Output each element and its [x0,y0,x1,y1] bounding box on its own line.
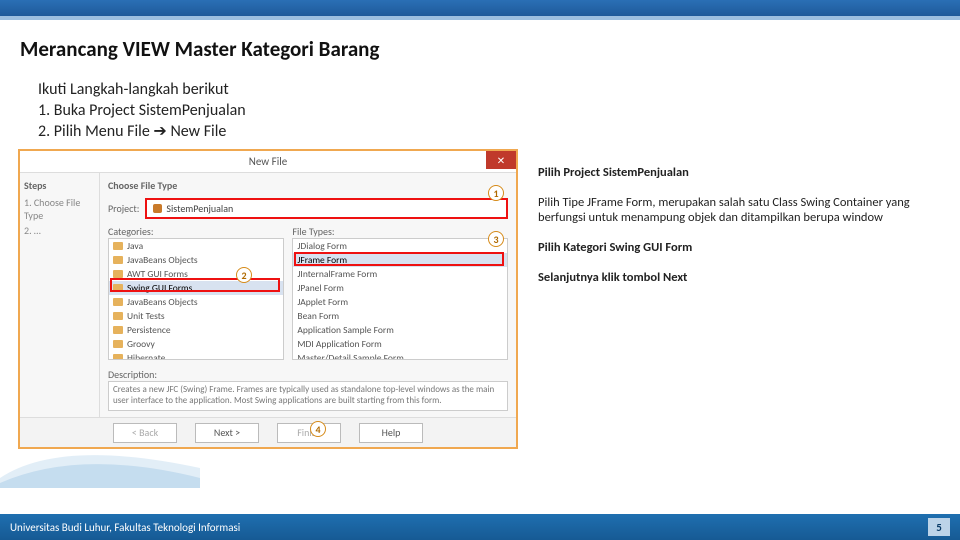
category-item[interactable]: Groovy [109,337,283,351]
note-2: Pilih Tipe JFrame Form, merupakan salah … [538,195,936,226]
slide-body: Merancang VIEW Master Kategori Barang Ik… [0,20,960,514]
filetypes-label: File Types: [292,225,508,238]
folder-icon [113,242,123,250]
folder-icon [113,298,123,306]
intro-item: 2. Pilih Menu File ➔ New File [38,121,942,141]
category-label: Swing GUI Forms [127,282,192,294]
help-button[interactable]: Help [359,423,423,443]
project-icon [153,204,162,213]
note-3: Pilih Kategori Swing GUI Form [538,240,936,256]
categories-list[interactable]: Java JavaBeans Objects AWT GUI Forms Swing … [108,238,284,360]
slide-footer: Universitas Budi Luhur, Fakultas Teknolo… [0,514,960,540]
callout-3: 3 [488,231,504,247]
filetype-item[interactable]: JDialog Form [293,239,507,253]
description-text: Creates a new JFC (Swing) Frame. Frames … [108,381,508,411]
category-item[interactable]: Swing GUI Forms [109,281,283,295]
new-file-dialog: New File ✕ Steps 1. Choose File Type 2. … [18,149,518,449]
category-label: AWT GUI Forms [127,268,188,280]
page-number: 5 [928,518,950,536]
next-button-label: Next > [214,426,240,439]
category-item[interactable]: Java [109,239,283,253]
category-item[interactable]: Unit Tests [109,309,283,323]
category-label: Hibernate [127,352,165,360]
category-item[interactable]: JavaBeans Objects [109,253,283,267]
finish-button[interactable]: Finish [277,423,341,443]
filetype-item[interactable]: MDI Application Form [293,337,507,351]
close-icon[interactable]: ✕ [486,151,516,169]
category-label: JavaBeans Objects [127,254,198,266]
note-4: Selanjutnya klik tombol Next [538,270,936,286]
categories-label: Categories: [108,225,284,238]
choose-file-type-label: Choose File Type [108,179,508,192]
category-item[interactable]: AWT GUI Forms [109,267,283,281]
project-value: SistemPenjualan [166,202,233,215]
project-combo[interactable]: SistemPenjualan [145,198,508,219]
filetype-item[interactable]: Master/Detail Sample Form [293,351,507,360]
intro-list: 1. Buka Project SistemPenjualan 2. Pilih… [38,101,942,141]
folder-icon [113,326,123,334]
category-label: Persistence [127,324,171,336]
intro-lead: Ikuti Langkah-langkah berikut [38,80,942,99]
footer-org: Universitas Budi Luhur, Fakultas Teknolo… [10,521,240,534]
category-item[interactable]: Persistence [109,323,283,337]
filetype-item[interactable]: JFrame Form [293,253,507,267]
folder-icon [113,340,123,348]
filetype-item[interactable]: JInternalFrame Form [293,267,507,281]
category-item[interactable]: Hibernate [109,351,283,360]
callout-1: 1 [488,185,504,201]
filetype-item[interactable]: JPanel Form [293,281,507,295]
category-label: Unit Tests [127,310,165,322]
side-notes: Pilih Project SistemPenjualan Pilih Tipe… [530,149,942,449]
page-title: Merancang VIEW Master Kategori Barang [20,36,942,62]
folder-icon [113,270,123,278]
description-label: Description: [108,368,157,381]
folder-icon [113,284,123,292]
filetype-item[interactable]: Bean Form [293,309,507,323]
folder-icon [113,256,123,264]
intro-item: 1. Buka Project SistemPenjualan [38,101,942,120]
wizard-step: 2. … [24,224,95,237]
note-1: Pilih Project SistemPenjualan [538,165,936,181]
back-button[interactable]: < Back [113,423,177,443]
folder-icon [113,354,123,360]
dialog-title: New File [249,155,287,168]
category-label: Groovy [127,338,155,350]
project-label: Project: [108,202,139,215]
filetype-item[interactable]: JApplet Form [293,295,507,309]
folder-icon [113,312,123,320]
steps-header: Steps [24,179,95,192]
wizard-main-pane: Choose File Type Project: SistemPenjuala… [100,173,516,417]
wizard-step: 1. Choose File Type [24,196,95,222]
callout-2: 2 [236,267,252,283]
filetypes-list[interactable]: JDialog FormJFrame FormJInternalFrame Fo… [292,238,508,360]
filetype-item[interactable]: Application Sample Form [293,323,507,337]
dialog-screenshot: New File ✕ Steps 1. Choose File Type 2. … [18,149,518,449]
next-button[interactable]: Next > [195,423,259,443]
dialog-titlebar: New File ✕ [20,151,516,173]
dialog-footer: < Back Next > Finish Help [20,417,516,447]
category-label: JavaBeans Objects [127,296,198,308]
wizard-steps-pane: Steps 1. Choose File Type 2. … [20,173,100,417]
category-item[interactable]: JavaBeans Objects [109,295,283,309]
intro-block: Ikuti Langkah-langkah berikut 1. Buka Pr… [38,80,942,141]
category-label: Java [127,240,143,252]
callout-4: 4 [310,421,326,437]
slide-top-bar [0,0,960,16]
